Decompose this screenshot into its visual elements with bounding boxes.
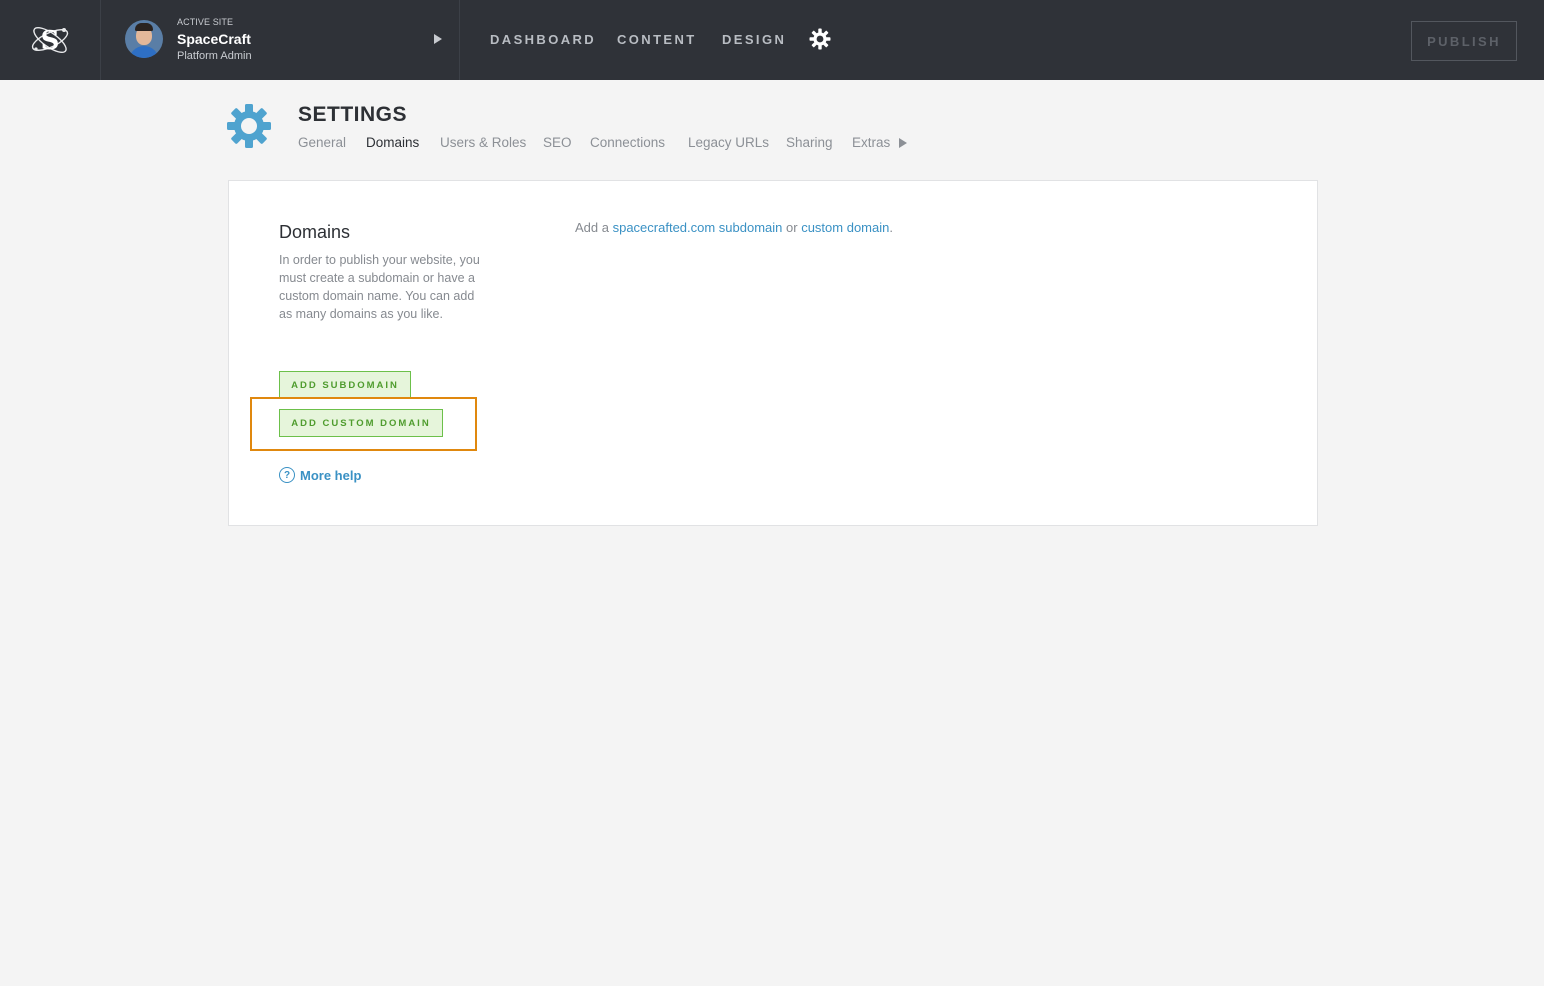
settings-gear-icon: [227, 104, 271, 148]
intro-mid-text: or: [782, 220, 802, 235]
active-site-switcher[interactable]: ACTIVE SITE SpaceCraft Platform Admin: [101, 0, 460, 80]
intro-suffix-text: .: [889, 220, 893, 235]
active-site-label: ACTIVE SITE: [177, 17, 234, 27]
tab-extras[interactable]: Extras: [852, 135, 890, 150]
svg-text:S: S: [41, 26, 60, 56]
top-bar: S ACTIVE SITE SpaceCraft Platform Admin …: [0, 0, 1544, 80]
app-logo[interactable]: S: [0, 0, 101, 80]
site-name: SpaceCraft: [177, 31, 251, 47]
more-help-label: More help: [300, 467, 362, 483]
tabs-more-arrow-icon[interactable]: [899, 138, 907, 148]
nav-content[interactable]: CONTENT: [617, 32, 697, 47]
page-title: SETTINGS: [298, 103, 408, 126]
subdomain-link[interactable]: spacecrafted.com subdomain: [613, 220, 783, 235]
avatar: [125, 20, 163, 58]
site-role: Platform Admin: [177, 50, 252, 62]
nav-dashboard[interactable]: DASHBOARD: [490, 32, 596, 47]
tab-users-roles[interactable]: Users & Roles: [440, 135, 526, 150]
tab-domains[interactable]: Domains: [366, 135, 419, 150]
spacecraft-logo-icon: S: [31, 26, 69, 56]
tab-seo[interactable]: SEO: [543, 135, 572, 150]
site-expand-arrow-icon[interactable]: [434, 34, 442, 44]
domains-description: In order to publish your website, you mu…: [279, 253, 480, 321]
add-subdomain-button[interactable]: ADD SUBDOMAIN: [279, 371, 411, 399]
help-question-icon: ?: [279, 467, 295, 483]
publish-button[interactable]: PUBLISH: [1411, 21, 1517, 61]
tab-general[interactable]: General: [298, 135, 346, 150]
tab-legacy-urls[interactable]: Legacy URLs: [688, 135, 769, 150]
more-help-link[interactable]: ? More help: [279, 467, 361, 483]
nav-settings-gear-icon[interactable]: [808, 27, 832, 51]
domains-intro: Add a spacecrafted.com subdomain or cust…: [575, 220, 893, 235]
domains-panel: Domains In order to publish your website…: [228, 180, 1318, 526]
intro-prefix-text: Add a: [575, 220, 613, 235]
tab-sharing[interactable]: Sharing: [786, 135, 833, 150]
nav-design[interactable]: DESIGN: [722, 32, 786, 47]
tab-connections[interactable]: Connections: [590, 135, 665, 150]
custom-domain-link[interactable]: custom domain: [801, 220, 889, 235]
add-custom-domain-button[interactable]: ADD CUSTOM DOMAIN: [279, 409, 443, 437]
domains-heading: Domains: [279, 222, 351, 242]
